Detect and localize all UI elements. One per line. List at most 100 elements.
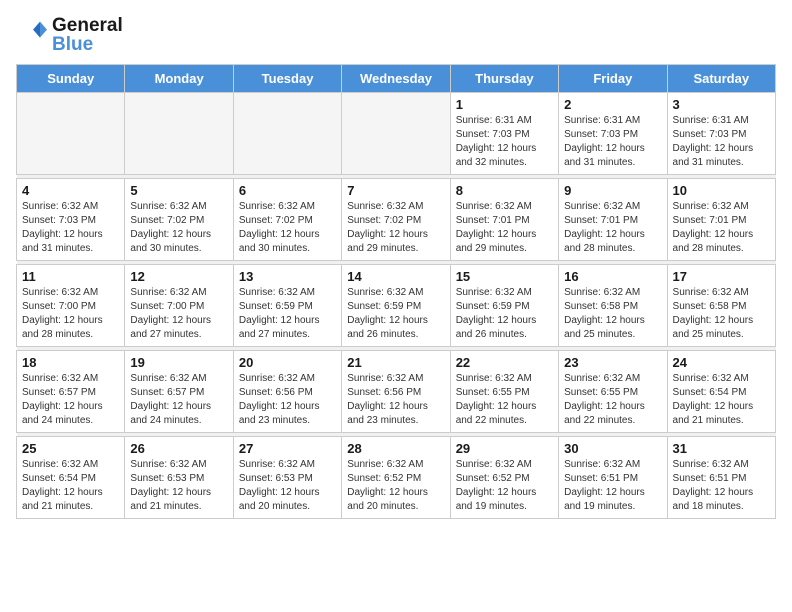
week-row-2: 4 Sunrise: 6:32 AMSunset: 7:03 PMDaylight… <box>17 179 776 261</box>
day-number: 5 <box>130 183 227 198</box>
day-info: Sunrise: 6:32 AMSunset: 6:59 PMDaylight:… <box>239 286 336 342</box>
table-cell: 10 Sunrise: 6:32 AMSunset: 7:01 PMDayligh… <box>667 179 775 261</box>
day-number: 7 <box>347 183 444 198</box>
day-info: Sunrise: 6:32 AMSunset: 7:03 PMDaylight:… <box>22 200 119 256</box>
table-cell: 15 Sunrise: 6:32 AMSunset: 6:59 PMDayligh… <box>450 265 558 347</box>
day-info: Sunrise: 6:32 AMSunset: 7:02 PMDaylight:… <box>130 200 227 256</box>
day-info: Sunrise: 6:32 AMSunset: 6:55 PMDaylight:… <box>456 372 553 428</box>
table-cell: 25 Sunrise: 6:32 AMSunset: 6:54 PMDayligh… <box>17 437 125 519</box>
day-info: Sunrise: 6:32 AMSunset: 6:51 PMDaylight:… <box>564 458 661 514</box>
table-cell: 5 Sunrise: 6:32 AMSunset: 7:02 PMDaylight… <box>125 179 233 261</box>
week-row-3: 11 Sunrise: 6:32 AMSunset: 7:00 PMDayligh… <box>17 265 776 347</box>
day-info: Sunrise: 6:32 AMSunset: 6:52 PMDaylight:… <box>456 458 553 514</box>
table-cell: 18Sunrise: 6:32 AMSunset: 6:57 PMDayligh… <box>17 351 125 433</box>
day-number: 18 <box>22 355 119 370</box>
table-cell <box>342 93 450 175</box>
header-friday: Friday <box>559 65 667 93</box>
day-info: Sunrise: 6:32 AMSunset: 6:51 PMDaylight:… <box>673 458 770 514</box>
day-info: Sunrise: 6:32 AMSunset: 6:55 PMDaylight:… <box>564 372 661 428</box>
logo: General Blue <box>16 16 123 54</box>
day-info: Sunrise: 6:32 AMSunset: 6:59 PMDaylight:… <box>456 286 553 342</box>
day-info: Sunrise: 6:32 AMSunset: 7:01 PMDaylight:… <box>456 200 553 256</box>
table-cell: 24Sunrise: 6:32 AMSunset: 6:54 PMDayligh… <box>667 351 775 433</box>
header-monday: Monday <box>125 65 233 93</box>
table-cell: 9Sunrise: 6:32 AMSunset: 7:01 PMDaylight… <box>559 179 667 261</box>
table-cell: 3Sunrise: 6:31 AMSunset: 7:03 PMDaylight… <box>667 93 775 175</box>
header-wednesday: Wednesday <box>342 65 450 93</box>
table-cell: 4 Sunrise: 6:32 AMSunset: 7:03 PMDaylight… <box>17 179 125 261</box>
header-saturday: Saturday <box>667 65 775 93</box>
day-number: 23 <box>564 355 661 370</box>
day-info: Sunrise: 6:32 AMSunset: 6:58 PMDaylight:… <box>673 286 770 342</box>
day-info: Sunrise: 6:32 AMSunset: 6:56 PMDaylight:… <box>239 372 336 428</box>
table-cell: 29 Sunrise: 6:32 AMSunset: 6:52 PMDayligh… <box>450 437 558 519</box>
week-row-4: 18Sunrise: 6:32 AMSunset: 6:57 PMDayligh… <box>17 351 776 433</box>
table-cell: 23 Sunrise: 6:32 AMSunset: 6:55 PMDayligh… <box>559 351 667 433</box>
day-number: 26 <box>130 441 227 456</box>
day-info: Sunrise: 6:32 AMSunset: 6:52 PMDaylight:… <box>347 458 444 514</box>
header-thursday: Thursday <box>450 65 558 93</box>
table-cell: 26 Sunrise: 6:32 AMSunset: 6:53 PMDayligh… <box>125 437 233 519</box>
day-info: Sunrise: 6:32 AMSunset: 7:00 PMDaylight:… <box>22 286 119 342</box>
table-cell: 16 Sunrise: 6:32 AMSunset: 6:58 PMDayligh… <box>559 265 667 347</box>
table-cell: 28 Sunrise: 6:32 AMSunset: 6:52 PMDayligh… <box>342 437 450 519</box>
day-number: 8 <box>456 183 553 198</box>
header-tuesday: Tuesday <box>233 65 341 93</box>
table-cell: 19Sunrise: 6:32 AMSunset: 6:57 PMDayligh… <box>125 351 233 433</box>
table-cell: 7 Sunrise: 6:32 AMSunset: 7:02 PMDaylight… <box>342 179 450 261</box>
day-info: Sunrise: 6:32 AMSunset: 6:59 PMDaylight:… <box>347 286 444 342</box>
day-number: 25 <box>22 441 119 456</box>
table-cell: 20 Sunrise: 6:32 AMSunset: 6:56 PMDayligh… <box>233 351 341 433</box>
day-number: 30 <box>564 441 661 456</box>
day-number: 2 <box>564 97 661 112</box>
day-number: 28 <box>347 441 444 456</box>
day-number: 19 <box>130 355 227 370</box>
day-number: 11 <box>22 269 119 284</box>
day-info: Sunrise: 6:32 AMSunset: 7:01 PMDaylight:… <box>564 200 661 256</box>
table-cell <box>17 93 125 175</box>
day-number: 15 <box>456 269 553 284</box>
week-row-1: 1Sunrise: 6:31 AMSunset: 7:03 PMDaylight… <box>17 93 776 175</box>
day-info: Sunrise: 6:32 AMSunset: 7:00 PMDaylight:… <box>130 286 227 342</box>
table-cell: 2Sunrise: 6:31 AMSunset: 7:03 PMDaylight… <box>559 93 667 175</box>
day-number: 16 <box>564 269 661 284</box>
table-cell: 27Sunrise: 6:32 AMSunset: 6:53 PMDayligh… <box>233 437 341 519</box>
day-number: 10 <box>673 183 770 198</box>
day-number: 4 <box>22 183 119 198</box>
day-number: 31 <box>673 441 770 456</box>
day-info: Sunrise: 6:32 AMSunset: 6:58 PMDaylight:… <box>564 286 661 342</box>
generalblue-icon <box>16 19 48 51</box>
table-cell: 12 Sunrise: 6:32 AMSunset: 7:00 PMDayligh… <box>125 265 233 347</box>
header-sunday: Sunday <box>17 65 125 93</box>
day-info: Sunrise: 6:32 AMSunset: 6:56 PMDaylight:… <box>347 372 444 428</box>
day-number: 14 <box>347 269 444 284</box>
day-number: 29 <box>456 441 553 456</box>
day-info: Sunrise: 6:32 AMSunset: 6:53 PMDaylight:… <box>130 458 227 514</box>
day-info: Sunrise: 6:31 AMSunset: 7:03 PMDaylight:… <box>673 114 770 170</box>
table-cell: 21 Sunrise: 6:32 AMSunset: 6:56 PMDayligh… <box>342 351 450 433</box>
calendar-header-row: Sunday Monday Tuesday Wednesday Thursday… <box>17 65 776 93</box>
calendar-table: Sunday Monday Tuesday Wednesday Thursday… <box>16 64 776 519</box>
day-number: 6 <box>239 183 336 198</box>
table-cell: 6 Sunrise: 6:32 AMSunset: 7:02 PMDaylight… <box>233 179 341 261</box>
day-info: Sunrise: 6:32 AMSunset: 7:02 PMDaylight:… <box>239 200 336 256</box>
table-cell: 22 Sunrise: 6:32 AMSunset: 6:55 PMDayligh… <box>450 351 558 433</box>
table-cell: 31 Sunrise: 6:32 AMSunset: 6:51 PMDayligh… <box>667 437 775 519</box>
day-info: Sunrise: 6:32 AMSunset: 7:01 PMDaylight:… <box>673 200 770 256</box>
day-number: 20 <box>239 355 336 370</box>
day-info: Sunrise: 6:32 AMSunset: 7:02 PMDaylight:… <box>347 200 444 256</box>
day-info: Sunrise: 6:32 AMSunset: 6:53 PMDaylight:… <box>239 458 336 514</box>
day-number: 13 <box>239 269 336 284</box>
table-cell: 30 Sunrise: 6:32 AMSunset: 6:51 PMDayligh… <box>559 437 667 519</box>
day-info: Sunrise: 6:31 AMSunset: 7:03 PMDaylight:… <box>456 114 553 170</box>
day-number: 21 <box>347 355 444 370</box>
day-number: 22 <box>456 355 553 370</box>
table-cell <box>233 93 341 175</box>
week-row-5: 25 Sunrise: 6:32 AMSunset: 6:54 PMDayligh… <box>17 437 776 519</box>
table-cell: 11 Sunrise: 6:32 AMSunset: 7:00 PMDayligh… <box>17 265 125 347</box>
day-info: Sunrise: 6:32 AMSunset: 6:54 PMDaylight:… <box>22 458 119 514</box>
day-number: 12 <box>130 269 227 284</box>
day-info: Sunrise: 6:32 AMSunset: 6:54 PMDaylight:… <box>673 372 770 428</box>
table-cell <box>125 93 233 175</box>
table-cell: 17Sunrise: 6:32 AMSunset: 6:58 PMDayligh… <box>667 265 775 347</box>
